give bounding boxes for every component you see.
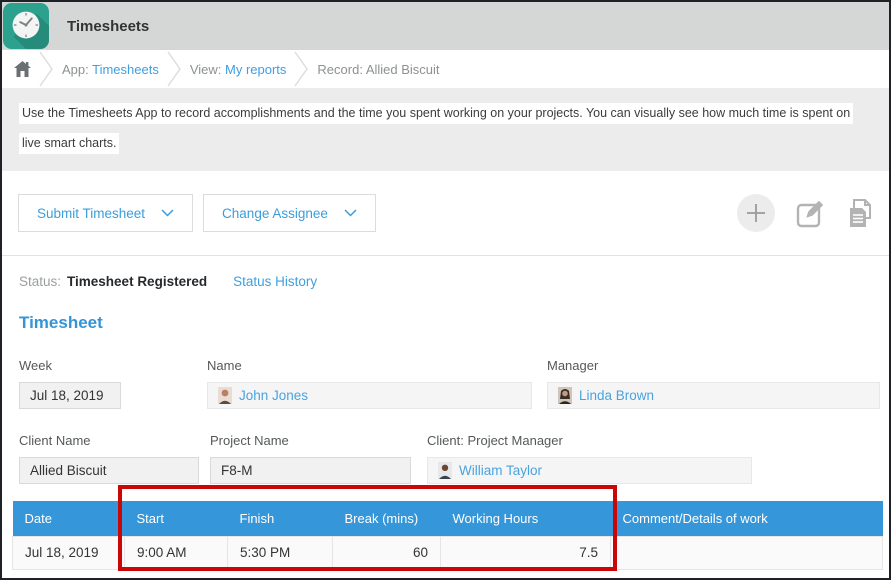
client-pm-label: Client: Project Manager [427,433,752,448]
col-header-start: Start [125,501,228,536]
top-bar: Timesheets [2,2,889,50]
name-value-link[interactable]: John Jones [239,388,308,403]
copy-icon [846,198,873,229]
field-client-name: Client Name Allied Biscuit [19,433,199,484]
cell-date: Jul 18, 2019 [13,536,125,569]
user-avatar [558,387,572,404]
chevron-right-icon [294,51,309,87]
breadcrumb-view: View: My reports [190,62,287,77]
status-label: Status: [19,274,61,289]
chevron-down-icon [344,209,357,217]
record-header: Status: Timesheet Registered Status Hist… [2,256,889,333]
submit-timesheet-button[interactable]: Submit Timesheet [18,194,193,232]
chevron-down-icon [161,209,174,217]
field-name: Name John Jones [207,358,532,409]
client-pm-value-link[interactable]: William Taylor [459,463,542,478]
client-name-label: Client Name [19,433,199,448]
cell-comment [611,536,883,569]
client-name-value: Allied Biscuit [19,457,199,484]
field-week: Week Jul 18, 2019 [19,358,121,409]
breadcrumb-record: Record: Allied Biscuit [317,62,439,77]
cell-break: 60 [333,536,441,569]
manager-label: Manager [547,358,880,373]
app-window: Timesheets App: Timesheets View: My repo… [0,0,891,580]
breadcrumb: App: Timesheets View: My reports Record:… [2,50,889,88]
status-value: Timesheet Registered [67,274,207,289]
manager-value-link[interactable]: Linda Brown [579,388,654,403]
user-avatar [218,387,232,404]
name-label: Name [207,358,532,373]
timesheet-table: Date Start Finish Break (mins) Working H… [12,501,883,570]
field-row-1: Week Jul 18, 2019 Name John Jones Manage… [2,358,889,409]
field-client-project-manager: Client: Project Manager William Taylor [427,433,752,484]
description-line-1: Use the Timesheets App to record accompl… [19,103,853,124]
status-history-link[interactable]: Status History [233,274,317,289]
breadcrumb-view-prefix: View: [190,62,225,77]
chevron-right-icon [167,51,182,87]
project-name-value: F8-M [210,457,411,484]
field-row-2: Client Name Allied Biscuit Project Name … [2,433,889,484]
col-header-finish: Finish [228,501,333,536]
week-label: Week [19,358,121,373]
description-line-2: live smart charts. [19,133,119,154]
add-record-button[interactable] [737,194,775,232]
clock-icon [3,3,49,49]
home-icon[interactable] [14,61,31,77]
app-description: Use the Timesheets App to record accompl… [2,88,889,171]
change-assignee-button[interactable]: Change Assignee [203,194,376,232]
cell-finish: 5:30 PM [228,536,333,569]
col-header-working-hours: Working Hours [441,501,611,536]
col-header-break: Break (mins) [333,501,441,536]
page-title: Timesheets [67,18,149,35]
col-header-date: Date [13,501,125,536]
col-header-comment: Comment/Details of work [611,501,883,536]
record-toolbar: Submit Timesheet Change Assignee [2,171,889,256]
cell-working-hours: 7.5 [441,536,611,569]
breadcrumb-app: App: Timesheets [62,62,159,77]
chevron-right-icon [39,51,54,87]
change-assignee-label: Change Assignee [222,206,328,221]
section-title: Timesheet [19,313,872,333]
edit-icon [795,198,826,229]
table-header-row: Date Start Finish Break (mins) Working H… [13,501,883,536]
cell-start: 9:00 AM [125,536,228,569]
submit-timesheet-label: Submit Timesheet [37,206,145,221]
user-avatar [438,462,452,479]
plus-icon [746,203,766,223]
edit-record-button[interactable] [795,198,826,229]
breadcrumb-app-link[interactable]: Timesheets [92,62,159,77]
copy-record-button[interactable] [846,198,873,229]
table-row: Jul 18, 2019 9:00 AM 5:30 PM 60 7.5 [13,536,883,569]
breadcrumb-view-link[interactable]: My reports [225,62,286,77]
field-project-name: Project Name F8-M [210,433,411,484]
week-value: Jul 18, 2019 [19,382,121,409]
field-manager: Manager Linda Brown [547,358,880,409]
breadcrumb-app-prefix: App: [62,62,92,77]
project-name-label: Project Name [210,433,411,448]
